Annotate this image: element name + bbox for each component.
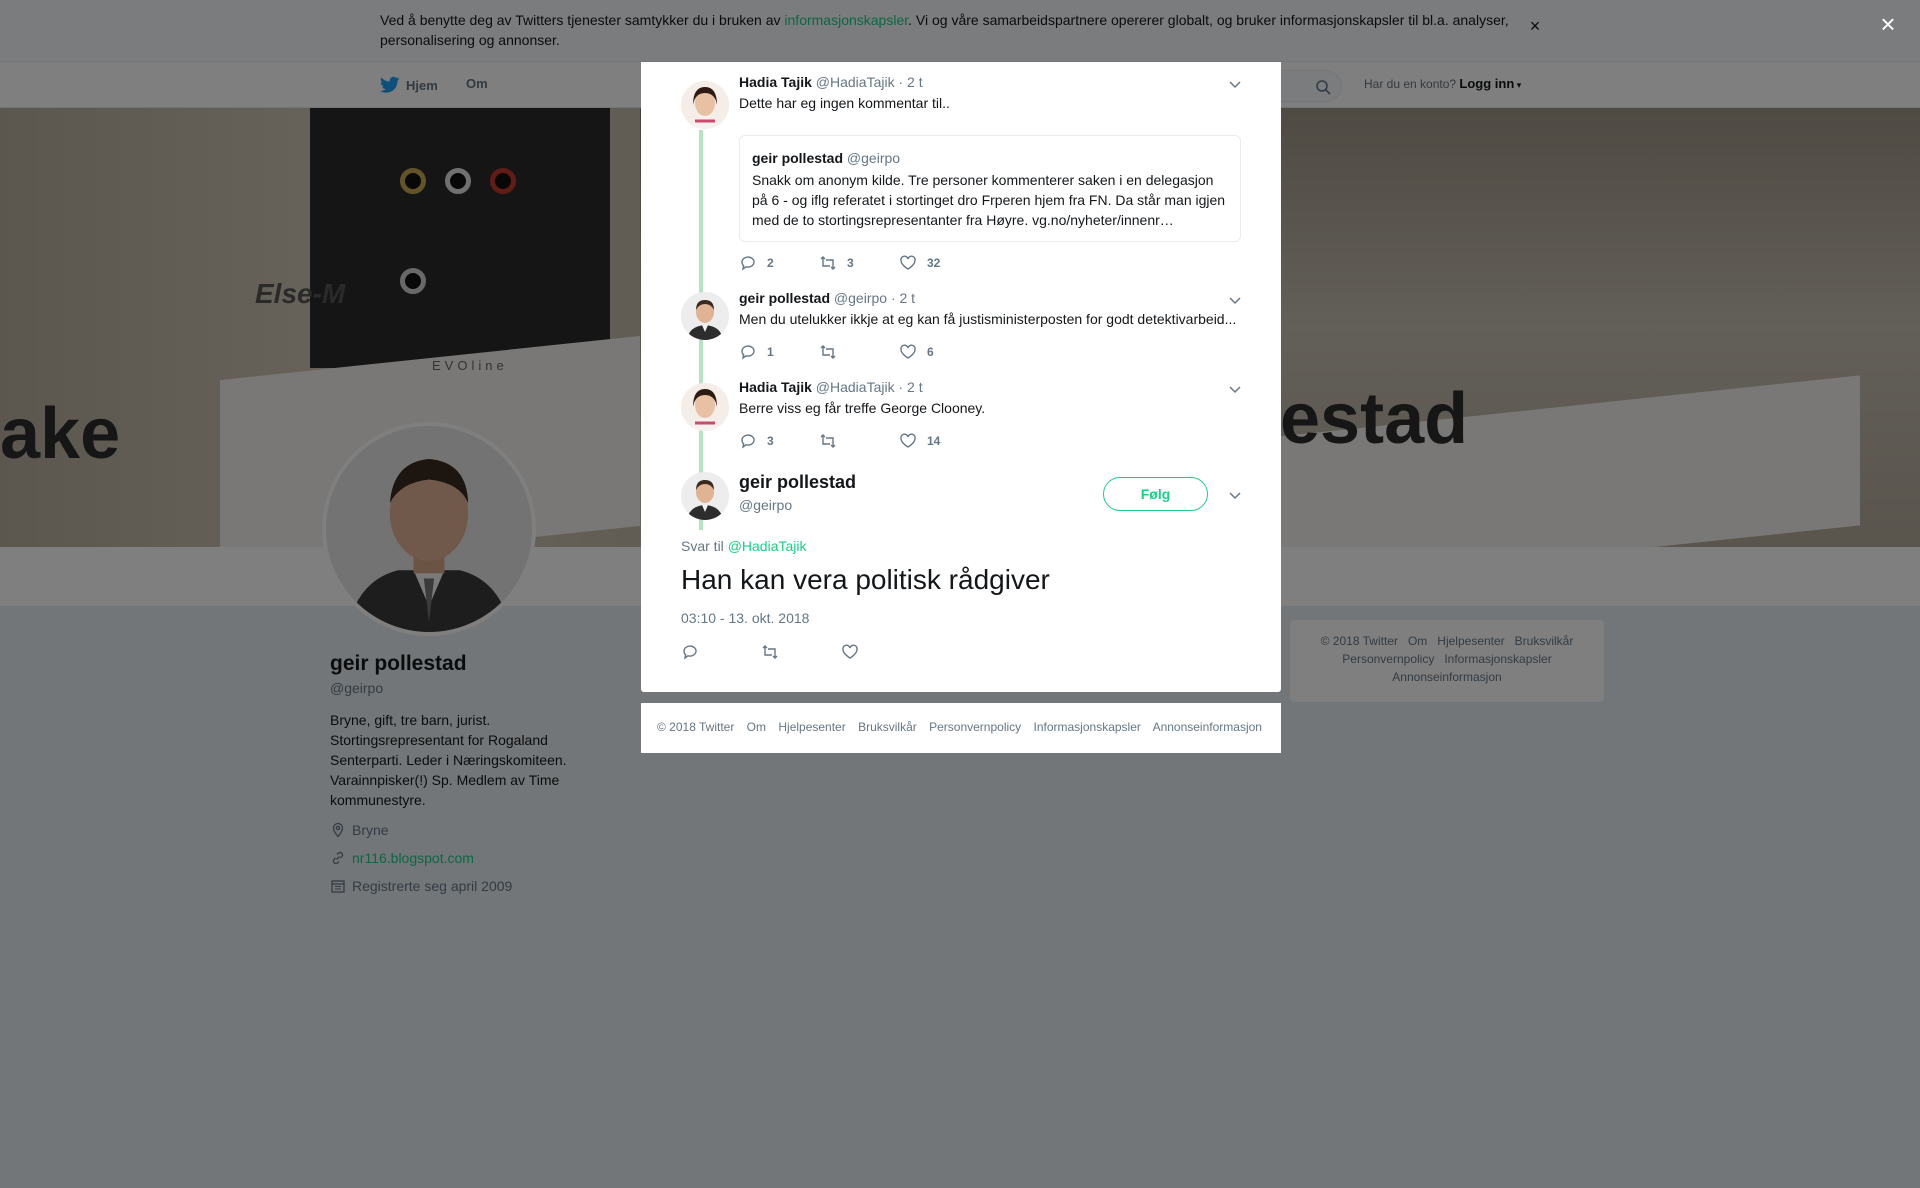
tweet-header: Hadia Tajik @HadiaTajik · 2 t: [739, 73, 923, 91]
main-tweet-text: Han kan vera politisk rådgiver: [681, 564, 1050, 595]
tweet-author-name[interactable]: Hadia Tajik: [739, 74, 812, 90]
modal-footer: © 2018 Twitter Om Hjelpesenter Bruksvilk…: [641, 703, 1281, 753]
avatar-photo: [681, 383, 729, 431]
caret-down-icon[interactable]: [1227, 76, 1243, 92]
reply-icon: [741, 256, 755, 271]
footer-copyright: © 2018 Twitter: [657, 720, 735, 734]
avatar[interactable]: [681, 292, 729, 340]
reply-count: 3: [767, 434, 774, 448]
main-tweet-author-handle[interactable]: @geirpo: [739, 497, 792, 513]
like-icon: [900, 344, 916, 359]
like-button[interactable]: 14: [899, 432, 940, 450]
avatar[interactable]: [681, 81, 729, 129]
tweet-time[interactable]: · 2 t: [891, 290, 915, 306]
reply-to-label: Svar til: [681, 538, 724, 554]
reply-context: Svar til @HadiaTajik: [681, 538, 807, 554]
like-count: 6: [927, 345, 934, 359]
retweet-icon: [820, 345, 836, 359]
tweet-text: Berre viss eg får treffe George Clooney.: [739, 400, 986, 416]
follow-button[interactable]: Følg: [1103, 477, 1208, 511]
tweet-text: Dette har eg ingen kommentar til..: [739, 95, 950, 111]
close-icon[interactable]: ×: [1876, 11, 1900, 37]
retweet-button[interactable]: [819, 432, 847, 450]
like-icon: [900, 433, 916, 448]
avatar-photo: [681, 292, 729, 340]
reply-icon: [741, 434, 755, 449]
reply-icon: [683, 645, 697, 660]
tweet-author-handle[interactable]: @HadiaTajik: [816, 74, 895, 90]
footer-link-privacy[interactable]: Personvernpolicy: [929, 720, 1021, 734]
tweet-author-name[interactable]: geir pollestad: [739, 290, 830, 306]
quote-text: Snakk om anonym kilde. Tre personer komm…: [752, 172, 1226, 228]
like-button[interactable]: [841, 643, 859, 661]
tweet-time[interactable]: · 2 t: [898, 74, 922, 90]
quoted-tweet[interactable]: geir pollestad @geirpo Snakk om anonym k…: [739, 135, 1241, 242]
footer-link-terms[interactable]: Bruksvilkår: [858, 720, 917, 734]
tweet-author-handle[interactable]: @HadiaTajik: [816, 379, 895, 395]
avatar-photo: [681, 81, 729, 129]
footer-link-ads[interactable]: Annonseinformasjon: [1153, 720, 1262, 734]
reply-button[interactable]: 1: [739, 343, 774, 361]
like-icon: [842, 644, 858, 659]
caret-down-icon[interactable]: [1227, 487, 1243, 503]
like-icon: [900, 255, 916, 270]
retweet-icon: [820, 434, 836, 448]
quote-header: geir pollestad @geirpo: [752, 148, 1228, 168]
avatar[interactable]: [681, 383, 729, 431]
avatar[interactable]: [681, 472, 729, 520]
footer-link-help[interactable]: Hjelpesenter: [778, 720, 845, 734]
tweet-author-handle[interactable]: @geirpo: [834, 290, 887, 306]
quote-author-handle: @geirpo: [846, 150, 901, 166]
caret-down-icon[interactable]: [1227, 292, 1243, 308]
footer-link-cookies[interactable]: Informasjonskapsler: [1034, 720, 1141, 734]
main-tweet-author-name[interactable]: geir pollestad: [739, 472, 856, 493]
retweet-button[interactable]: [761, 643, 779, 661]
footer-link-om[interactable]: Om: [747, 720, 766, 734]
like-button[interactable]: 6: [899, 343, 934, 361]
tweet-time[interactable]: · 2 t: [898, 379, 922, 395]
tweet-text: Men du utelukker ikkje at eg kan få just…: [739, 311, 1237, 327]
reply-count: 2: [767, 256, 774, 270]
reply-icon: [741, 345, 755, 360]
tweet-modal: Hadia Tajik @HadiaTajik · 2 t Dette har …: [641, 62, 1281, 692]
reply-button[interactable]: [681, 643, 699, 661]
retweet-button[interactable]: [819, 343, 847, 361]
main-tweet-date[interactable]: 03:10 - 13. okt. 2018: [681, 610, 809, 626]
retweet-icon: [820, 256, 836, 270]
tweet-author-name[interactable]: Hadia Tajik: [739, 379, 812, 395]
tweet-header: geir pollestad @geirpo · 2 t: [739, 289, 915, 307]
like-button[interactable]: 32: [899, 254, 940, 272]
like-count: 32: [927, 256, 941, 270]
reply-button[interactable]: 3: [739, 432, 774, 450]
avatar-photo: [681, 472, 729, 520]
retweet-count: 3: [847, 256, 854, 270]
tweet-header: Hadia Tajik @HadiaTajik · 2 t: [739, 378, 923, 396]
reply-count: 1: [767, 345, 774, 359]
like-count: 14: [927, 434, 941, 448]
retweet-icon: [762, 645, 778, 659]
retweet-button[interactable]: 3: [819, 254, 854, 272]
quote-author-name: geir pollestad: [752, 150, 844, 166]
caret-down-icon[interactable]: [1227, 381, 1243, 397]
reply-button[interactable]: 2: [739, 254, 774, 272]
reply-to-link[interactable]: @HadiaTajik: [728, 538, 807, 554]
